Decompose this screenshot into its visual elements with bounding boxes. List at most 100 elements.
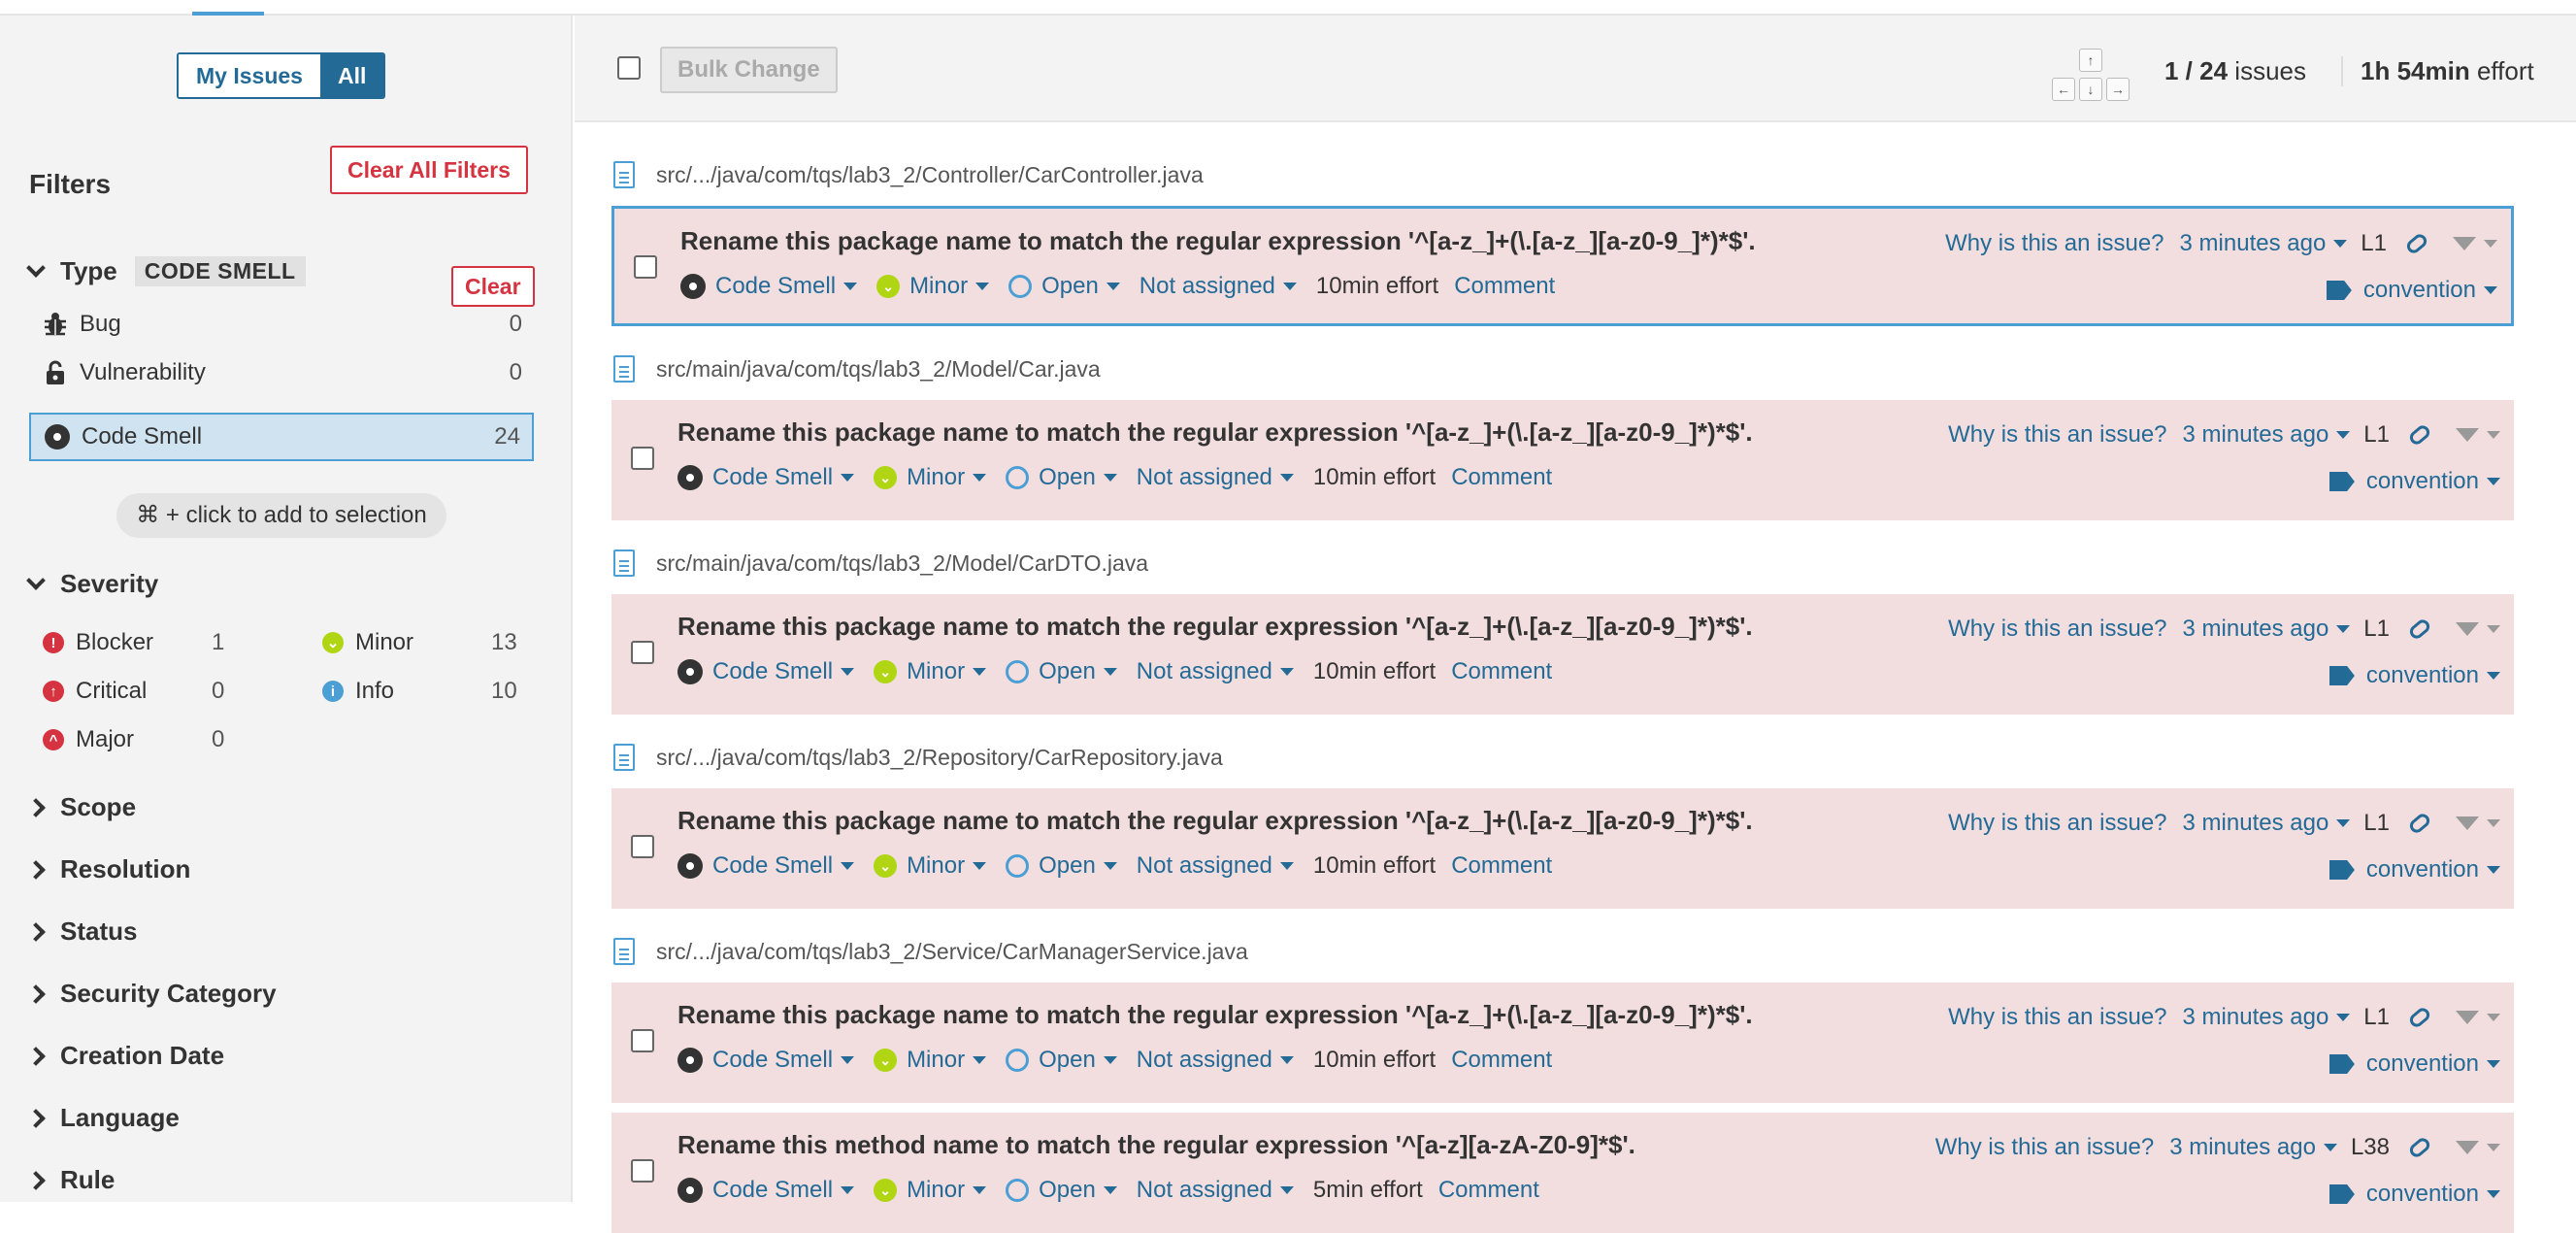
permalink-icon[interactable] <box>2404 230 2429 257</box>
severity-item-blocker[interactable]: ! Blocker 1 <box>43 623 266 662</box>
type-item-bug[interactable]: Bug 0 <box>29 300 534 349</box>
issue-assignee-dropdown[interactable]: Not assigned <box>1137 1047 1294 1074</box>
issue-row[interactable]: Rename this package name to match the re… <box>611 594 2514 715</box>
issue-tags-dropdown[interactable]: convention <box>2328 1181 2500 1208</box>
my-issues-button[interactable]: My Issues <box>179 54 320 97</box>
permalink-icon[interactable] <box>2407 421 2432 449</box>
severity-facet-header[interactable]: Severity <box>26 569 158 599</box>
issue-row[interactable]: Rename this package name to match the re… <box>611 400 2514 520</box>
issue-row[interactable]: Rename this package name to match the re… <box>611 206 2514 326</box>
issue-tags-dropdown[interactable]: convention <box>2328 662 2500 689</box>
filter-similar-icon[interactable] <box>2453 237 2497 250</box>
issue-checkbox[interactable] <box>631 1159 654 1183</box>
facet-status[interactable]: Status <box>26 916 137 947</box>
issue-type-dropdown[interactable]: Code Smell <box>677 1177 855 1204</box>
issue-severity-dropdown[interactable]: ⌄ Minor <box>874 658 987 685</box>
permalink-icon[interactable] <box>2407 810 2432 837</box>
why-is-this-an-issue-link[interactable]: Why is this an issue? <box>1948 421 2166 449</box>
issue-tags-dropdown[interactable]: convention <box>2328 856 2500 883</box>
file-path-text[interactable]: src/.../java/com/tqs/lab3_2/Service/CarM… <box>656 939 1248 965</box>
issue-comment-link[interactable]: Comment <box>1451 658 1552 685</box>
file-path-text[interactable]: src/.../java/com/tqs/lab3_2/Repository/C… <box>656 745 1223 771</box>
issue-row[interactable]: Rename this method name to match the reg… <box>611 1113 2514 1233</box>
issue-row[interactable]: Rename this package name to match the re… <box>611 983 2514 1103</box>
issue-checkbox[interactable] <box>631 835 654 858</box>
issue-message[interactable]: Rename this method name to match the reg… <box>677 1130 1635 1160</box>
issue-message[interactable]: Rename this package name to match the re… <box>680 226 1756 256</box>
severity-item-info[interactable]: i Info 10 <box>322 672 545 711</box>
file-path-text[interactable]: src/.../java/com/tqs/lab3_2/Controller/C… <box>656 162 1204 188</box>
permalink-icon[interactable] <box>2407 1134 2432 1161</box>
issue-time-dropdown[interactable]: 3 minutes ago <box>2183 1004 2351 1031</box>
why-is-this-an-issue-link[interactable]: Why is this an issue? <box>1948 1004 2166 1031</box>
filter-similar-icon[interactable] <box>2456 816 2500 830</box>
issue-status-dropdown[interactable]: Open <box>1006 852 1117 880</box>
issue-assignee-dropdown[interactable]: Not assigned <box>1137 658 1294 685</box>
issue-checkbox[interactable] <box>631 1029 654 1052</box>
bulk-change-button[interactable]: Bulk Change <box>660 47 838 93</box>
facet-resolution[interactable]: Resolution <box>26 854 190 884</box>
issue-assignee-dropdown[interactable]: Not assigned <box>1137 852 1294 880</box>
why-is-this-an-issue-link[interactable]: Why is this an issue? <box>1948 616 2166 643</box>
permalink-icon[interactable] <box>2407 1004 2432 1031</box>
issue-type-dropdown[interactable]: Code Smell <box>677 658 855 685</box>
issue-comment-link[interactable]: Comment <box>1451 464 1552 491</box>
issue-comment-link[interactable]: Comment <box>1438 1177 1539 1204</box>
why-is-this-an-issue-link[interactable]: Why is this an issue? <box>1935 1134 2154 1161</box>
facet-security-category[interactable]: Security Category <box>26 979 277 1009</box>
issue-status-dropdown[interactable]: Open <box>1006 1177 1117 1204</box>
issue-assignee-dropdown[interactable]: Not assigned <box>1139 273 1297 300</box>
issue-severity-dropdown[interactable]: ⌄ Minor <box>874 464 987 491</box>
issue-checkbox[interactable] <box>631 641 654 664</box>
why-is-this-an-issue-link[interactable]: Why is this an issue? <box>1945 230 2163 257</box>
issue-status-dropdown[interactable]: Open <box>1006 464 1117 491</box>
filter-similar-icon[interactable] <box>2456 1011 2500 1024</box>
severity-item-critical[interactable]: ↑ Critical 0 <box>43 672 266 711</box>
issue-time-dropdown[interactable]: 3 minutes ago <box>2183 616 2351 643</box>
facet-scope[interactable]: Scope <box>26 792 136 822</box>
issue-time-dropdown[interactable]: 3 minutes ago <box>2169 1134 2337 1161</box>
issue-checkbox[interactable] <box>631 447 654 470</box>
all-issues-button[interactable]: All <box>319 54 384 97</box>
permalink-icon[interactable] <box>2407 616 2432 643</box>
facet-rule[interactable]: Rule <box>26 1165 115 1195</box>
severity-item-minor[interactable]: ⌄ Minor 13 <box>322 623 545 662</box>
issue-tags-dropdown[interactable]: convention <box>2326 277 2497 304</box>
severity-item-major[interactable]: ^ Major 0 <box>43 720 266 759</box>
issue-type-dropdown[interactable]: Code Smell <box>680 273 858 300</box>
type-item-code-smell[interactable]: Code Smell 24 <box>29 413 534 461</box>
issue-checkbox[interactable] <box>634 255 657 279</box>
issue-assignee-dropdown[interactable]: Not assigned <box>1137 464 1294 491</box>
issue-comment-link[interactable]: Comment <box>1451 852 1552 880</box>
issue-status-dropdown[interactable]: Open <box>1008 273 1120 300</box>
issue-row[interactable]: Rename this package name to match the re… <box>611 788 2514 909</box>
facet-language[interactable]: Language <box>26 1103 180 1133</box>
issue-severity-dropdown[interactable]: ⌄ Minor <box>874 1047 987 1074</box>
filter-similar-icon[interactable] <box>2456 428 2500 442</box>
issue-status-dropdown[interactable]: Open <box>1006 658 1117 685</box>
issue-severity-dropdown[interactable]: ⌄ Minor <box>876 273 990 300</box>
issue-tags-dropdown[interactable]: convention <box>2328 1050 2500 1078</box>
issue-assignee-dropdown[interactable]: Not assigned <box>1137 1177 1294 1204</box>
issue-comment-link[interactable]: Comment <box>1451 1047 1552 1074</box>
file-path-text[interactable]: src/main/java/com/tqs/lab3_2/Model/CarDT… <box>656 550 1148 577</box>
issue-message[interactable]: Rename this package name to match the re… <box>677 417 1753 448</box>
why-is-this-an-issue-link[interactable]: Why is this an issue? <box>1948 810 2166 837</box>
select-all-checkbox[interactable] <box>617 56 641 80</box>
issue-time-dropdown[interactable]: 3 minutes ago <box>2180 230 2348 257</box>
issue-time-dropdown[interactable]: 3 minutes ago <box>2183 421 2351 449</box>
issue-time-dropdown[interactable]: 3 minutes ago <box>2183 810 2351 837</box>
facet-creation-date[interactable]: Creation Date <box>26 1041 224 1071</box>
clear-all-filters-button[interactable]: Clear All Filters <box>330 146 528 194</box>
issue-message[interactable]: Rename this package name to match the re… <box>677 806 1753 836</box>
filter-similar-icon[interactable] <box>2456 622 2500 636</box>
type-item-vulnerability[interactable]: Vulnerability 0 <box>29 349 534 397</box>
issue-tags-dropdown[interactable]: convention <box>2328 468 2500 495</box>
issue-comment-link[interactable]: Comment <box>1454 273 1555 300</box>
issue-type-dropdown[interactable]: Code Smell <box>677 852 855 880</box>
issue-message[interactable]: Rename this package name to match the re… <box>677 612 1753 642</box>
issue-type-dropdown[interactable]: Code Smell <box>677 464 855 491</box>
issue-type-dropdown[interactable]: Code Smell <box>677 1047 855 1074</box>
type-facet-header[interactable]: Type CODE SMELL <box>26 256 306 286</box>
issue-status-dropdown[interactable]: Open <box>1006 1047 1117 1074</box>
